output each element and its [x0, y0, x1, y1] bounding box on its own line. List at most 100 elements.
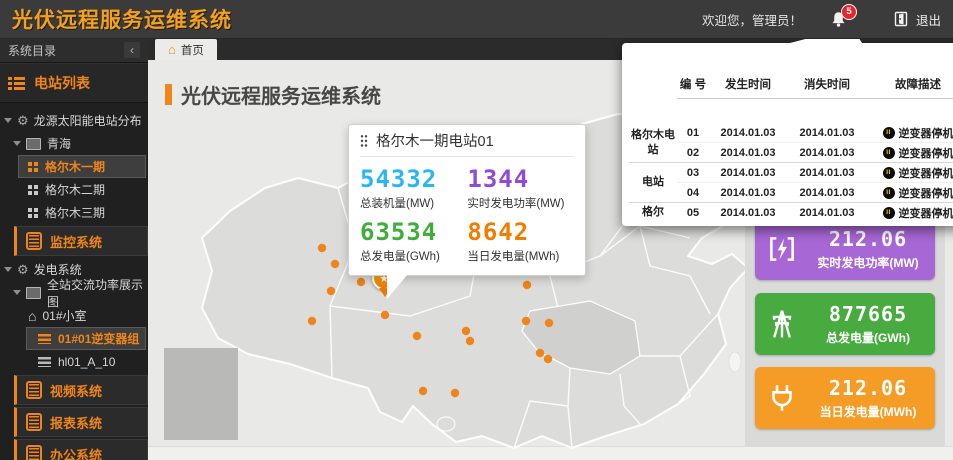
station-dot[interactable]: [381, 311, 389, 319]
card-realtime-power[interactable]: 212.06 实时发电功率(MW): [755, 218, 935, 280]
station-dot[interactable]: [357, 278, 365, 286]
alerts-cell[interactable]: 2014.01.03: [787, 123, 867, 143]
stat-label: 当日发电量(MWh): [467, 248, 574, 264]
sidebar-item-video-system[interactable]: 视频系统: [14, 375, 148, 405]
station-dot[interactable]: [327, 287, 335, 295]
sidebar-item-ac-power-chart[interactable]: 全站交流功率展示图: [0, 281, 148, 304]
clipboard-icon: [26, 413, 42, 431]
alerts-cell[interactable]: 2014.01.03: [709, 203, 787, 222]
station-dot[interactable]: [331, 260, 339, 268]
sidebar-item-monitor-system[interactable]: 监控系统: [14, 226, 148, 256]
alerts-cell[interactable]: 03: [677, 163, 709, 183]
alerts-cell[interactable]: 2014.01.03: [787, 203, 867, 222]
alerts-cell[interactable]: 2014.01.03: [709, 143, 787, 163]
alerts-cell[interactable]: 01: [677, 123, 709, 143]
sidebar-header: 系统目录 ‹: [0, 38, 148, 63]
stat-value: 63534: [360, 220, 449, 244]
sidebar-item-report-system[interactable]: 报表系统: [14, 407, 148, 437]
sidebar-item-qinghai[interactable]: 青海: [0, 132, 148, 155]
sidebar-item-label: 报表系统: [50, 413, 102, 432]
sidebar-item-label: 办公系统: [50, 445, 102, 460]
card-value: 212.06: [829, 376, 907, 400]
squares-icon: [28, 162, 38, 172]
alerts-fault-cell[interactable]: II逆变器停机: [867, 143, 953, 163]
alerts-fault-cell[interactable]: II逆变器停机: [867, 183, 953, 203]
card-daily-energy[interactable]: 212.06 当日发电量(MWh): [755, 367, 935, 429]
sidebar-title: 系统目录: [8, 42, 56, 59]
alerts-fault-cell[interactable]: II逆变器停机: [867, 123, 953, 143]
sidebar-item-station-list[interactable]: 电站列表: [0, 63, 148, 103]
sidebar-item-label: 格尔木三期: [45, 204, 105, 221]
squares-icon: [28, 185, 38, 195]
alerts-cell[interactable]: 2014.01.03: [787, 183, 867, 203]
gear-icon: ⚙: [17, 263, 29, 276]
sidebar-item-geermu-2[interactable]: 格尔木二期: [0, 178, 148, 201]
station-dot[interactable]: [522, 317, 530, 325]
map-inset-box: [164, 348, 238, 440]
sidebar-item-geermu-1[interactable]: 格尔木一期: [18, 155, 146, 178]
alerts-cell[interactable]: 02: [677, 143, 709, 163]
station-dot[interactable]: [451, 389, 459, 397]
notifications-button[interactable]: 5: [830, 11, 847, 28]
sidebar-item-label: 格尔木一期: [45, 158, 105, 175]
plug-icon: [755, 381, 809, 415]
tree-expand-icon[interactable]: [4, 267, 12, 272]
app-header: 光伏远程服务运维系统 欢迎您，管理员！ 5 退出: [0, 0, 953, 38]
alerts-fault-cell[interactable]: II逆变器停机: [867, 163, 953, 183]
alerts-cell[interactable]: 05: [677, 203, 709, 222]
sidebar-item-label: 01#小室: [42, 307, 86, 324]
station-dot[interactable]: [466, 337, 474, 345]
sidebar-item-inverter-group[interactable]: 01#01逆变器组: [26, 327, 146, 350]
card-total-energy[interactable]: 877665 总发电量(GWh): [755, 293, 935, 355]
stat-label: 总发电量(GWh): [360, 248, 449, 264]
station-dot[interactable]: [419, 387, 427, 395]
sidebar-item-geermu-3[interactable]: 格尔木三期: [0, 201, 148, 224]
sidebar: 系统目录 ‹ 电站列表 ⚙ 龙源太阳能电站分布 青海 格尔木一期 格尔木二期 格…: [0, 38, 148, 460]
main-area: ⌂ 首页 光伏远程服务运维系统: [148, 38, 953, 460]
stat-value: 8642: [467, 220, 574, 244]
fault-pause-icon: II: [883, 147, 895, 159]
tree-expand-icon[interactable]: [13, 290, 21, 295]
alerts-cell[interactable]: 2014.01.03: [787, 143, 867, 163]
sidebar-item-distribution[interactable]: ⚙ 龙源太阳能电站分布: [0, 109, 148, 132]
tab-home[interactable]: ⌂ 首页: [155, 39, 217, 60]
station-dot[interactable]: [308, 317, 316, 325]
tree-expand-icon[interactable]: [4, 118, 12, 123]
station-dot[interactable]: [462, 327, 470, 335]
alerts-cell[interactable]: 2014.01.03: [787, 163, 867, 183]
sidebar-item-office-system[interactable]: 办公系统: [14, 439, 148, 460]
taiwan-island: [729, 352, 741, 372]
station-dot[interactable]: [523, 281, 531, 289]
stat-value: 54332: [360, 167, 449, 191]
stat-label: 总装机量(MW): [360, 195, 449, 211]
stat-daily-energy: 8642 当日发电量(MWh): [467, 220, 574, 264]
alerts-grid: 编 号发生时间消失时间故障描述持续时间格尔木电站电站格尔012014.01.03…: [629, 45, 953, 222]
drag-handle-icon[interactable]: [360, 134, 368, 148]
fault-pause-icon: II: [883, 207, 895, 219]
card-value: 212.06: [829, 227, 907, 251]
alerts-cell[interactable]: 2014.01.03: [709, 183, 787, 203]
station-popup-header[interactable]: 格尔木一期电站01: [360, 125, 574, 157]
sidebar-item-hl01[interactable]: hl01_A_10: [0, 350, 148, 373]
station-dot[interactable]: [536, 349, 544, 357]
page-title-text: 光伏远程服务运维系统: [181, 80, 381, 109]
alerts-cell[interactable]: 2014.01.03: [709, 163, 787, 183]
welcome-text: 欢迎您，管理员！: [702, 10, 802, 29]
inverter-icon: [38, 357, 51, 367]
station-dot[interactable]: [413, 332, 421, 340]
alerts-header-cell: 消失时间: [787, 69, 867, 99]
station-dot[interactable]: [318, 244, 326, 252]
panel-icon: [26, 138, 41, 150]
app-title: 光伏远程服务运维系统: [12, 4, 232, 34]
clipboard-icon: [26, 445, 42, 460]
alerts-fault-cell[interactable]: II逆变器停机: [867, 203, 953, 222]
tree-expand-icon[interactable]: [13, 141, 21, 146]
alerts-cell[interactable]: 04: [677, 183, 709, 203]
logout-button[interactable]: 退出: [893, 10, 941, 29]
station-dot[interactable]: [545, 319, 553, 327]
panel-icon: [26, 287, 41, 299]
sidebar-collapse-button[interactable]: ‹: [124, 42, 140, 58]
door-exit-icon: [893, 11, 909, 27]
alerts-cell[interactable]: 2014.01.03: [709, 123, 787, 143]
station-dot[interactable]: [544, 355, 552, 363]
